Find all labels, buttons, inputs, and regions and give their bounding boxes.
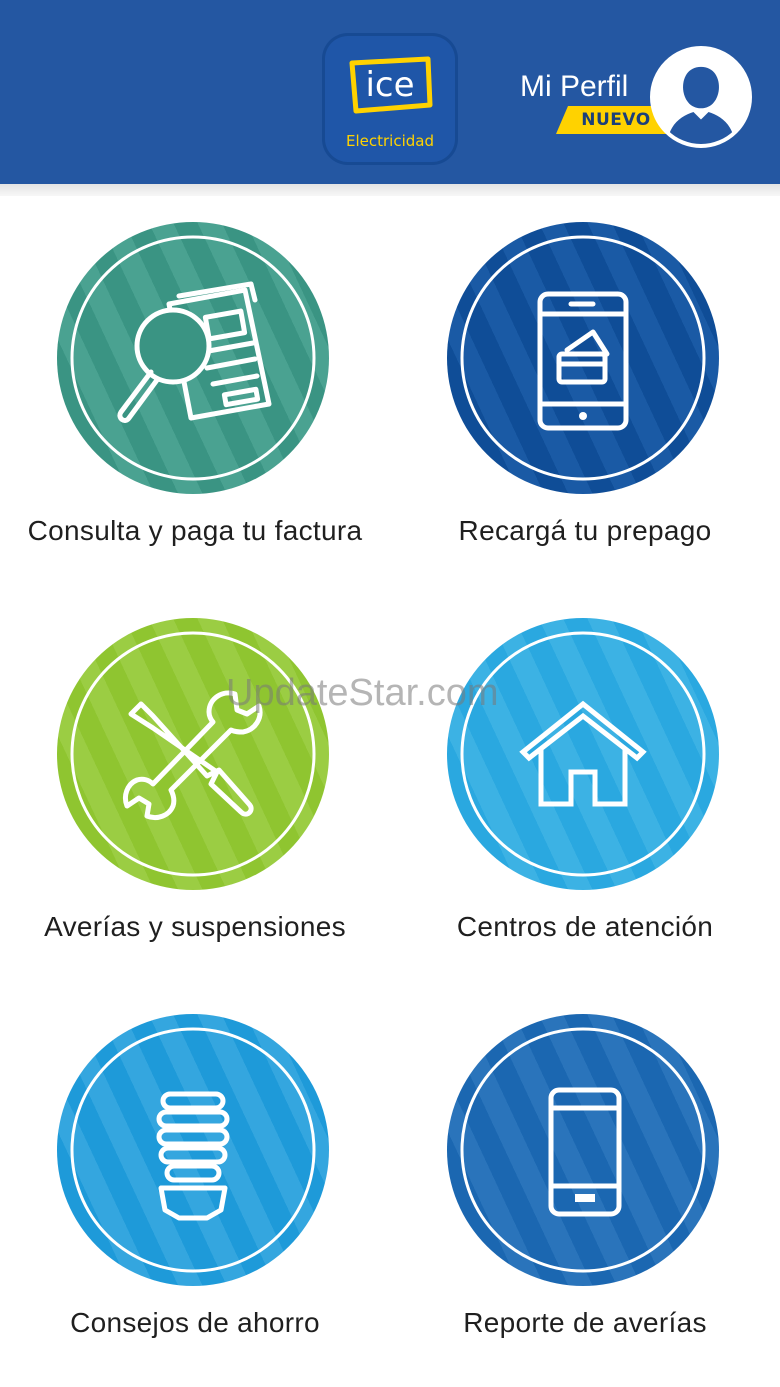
menu-item-consejos-ahorro[interactable]: Consejos de ahorro: [0, 991, 390, 1387]
ice-logo-subtitle: Electricidad: [346, 132, 434, 150]
menu-item-circle: [447, 222, 719, 494]
menu-item-consulta-factura[interactable]: Consulta y paga tu factura: [0, 199, 390, 595]
menu-item-label: Reporte de averías: [463, 1307, 707, 1338]
ice-logo[interactable]: ice Electricidad: [322, 33, 458, 165]
menu-item-label: Centros de atención: [456, 911, 714, 942]
menu-item-circle: [57, 1014, 329, 1286]
app-header: ice Electricidad Mi Perfil NUEVO: [0, 0, 780, 184]
menu-item-label: Averías y suspensiones: [44, 911, 346, 942]
menu-item-label: Consulta y paga tu factura: [27, 515, 363, 546]
tools-icon: [70, 631, 316, 877]
menu-item-circle: [57, 222, 329, 494]
profile-button[interactable]: Mi Perfil NUEVO: [516, 46, 756, 156]
ice-logo-icon: ice: [349, 56, 433, 114]
ice-logo-mark: ice: [365, 65, 414, 105]
menu-item-recarga-prepago[interactable]: Recargá tu prepago: [390, 199, 780, 595]
invoice-search-icon: [70, 235, 316, 481]
mobile-payment-icon: [460, 235, 706, 481]
menu-item-reporte-averias[interactable]: Reporte de averías: [390, 991, 780, 1387]
user-avatar-icon: [650, 46, 752, 148]
menu-item-label: Consejos de ahorro: [70, 1307, 320, 1338]
menu-item-circle: [447, 618, 719, 890]
menu-item-centros-atencion[interactable]: Centros de atención: [390, 595, 780, 991]
home-icon: [460, 631, 706, 877]
lightbulb-icon: [70, 1027, 316, 1273]
menu-item-averias-suspensiones[interactable]: Averías y suspensiones: [0, 595, 390, 991]
header-divider: [0, 184, 780, 196]
menu-item-circle: [57, 618, 329, 890]
smartphone-icon: [460, 1027, 706, 1273]
profile-label: Mi Perfil: [520, 70, 629, 103]
menu-item-circle: [447, 1014, 719, 1286]
menu-item-label: Recargá tu prepago: [458, 515, 712, 546]
